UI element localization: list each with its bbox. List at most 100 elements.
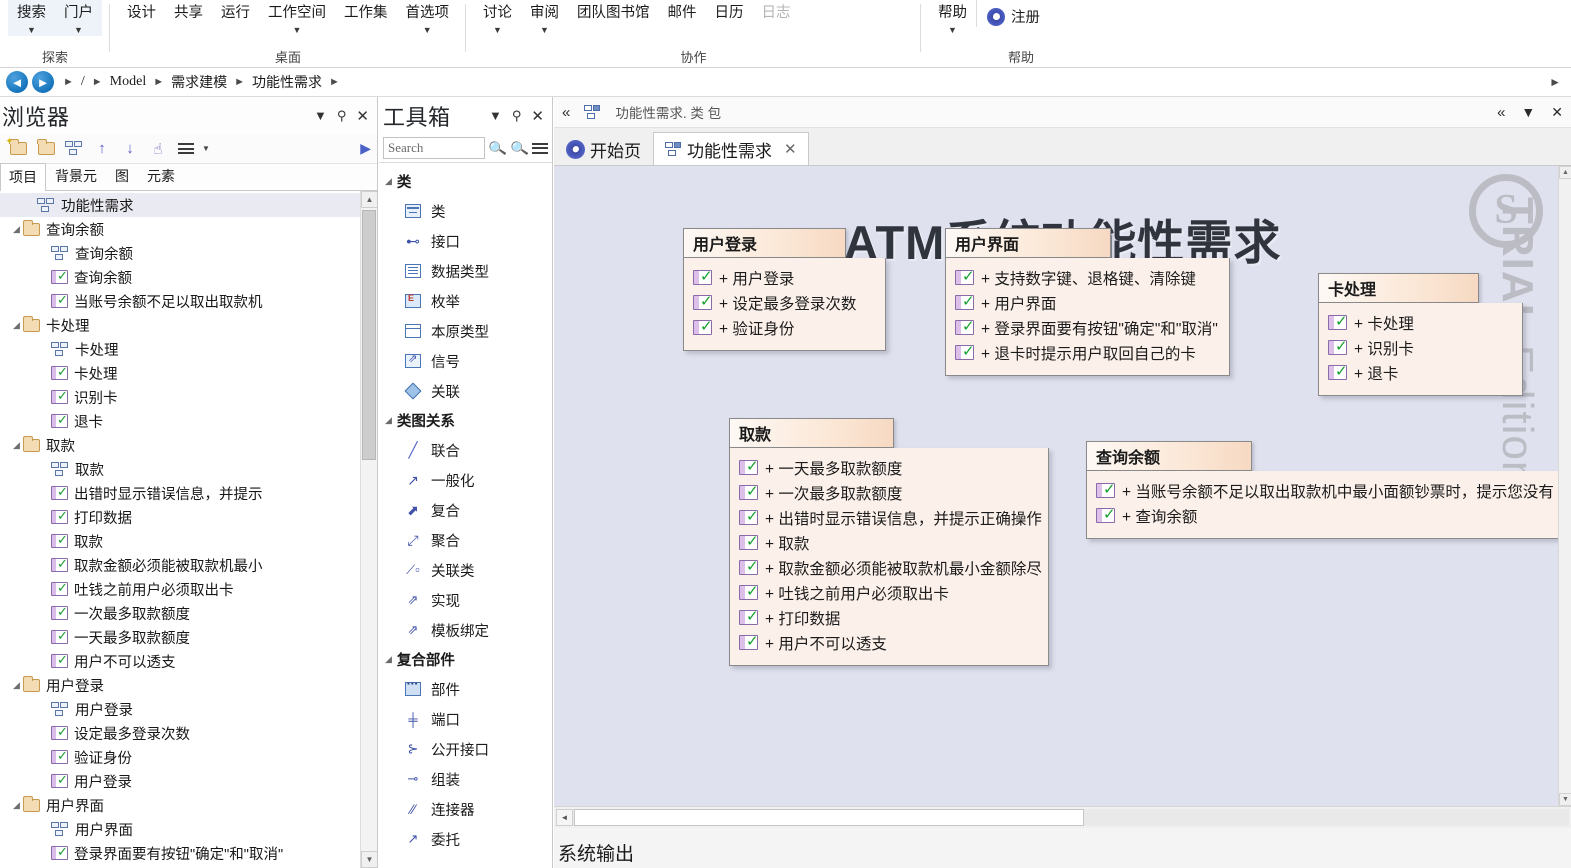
close-tab-icon[interactable]: ✕ (784, 140, 797, 158)
toolbox-item[interactable]: ⊷ 接口 (379, 226, 552, 256)
uml-box-feature-row[interactable]: + 吐钱之前用户必须取出卡 (739, 580, 1039, 605)
uml-box-feature-row[interactable]: + 退卡 (1328, 360, 1513, 385)
scroll-thumb[interactable] (362, 210, 376, 460)
toolbox-item[interactable]: 类 (379, 196, 552, 226)
canvas-horizontal-scrollbar[interactable]: ◄ (554, 806, 1571, 828)
ribbon-item-collaborate-4[interactable]: 日历 (706, 0, 753, 22)
tree-item[interactable]: 用户不可以透支 (0, 649, 377, 673)
ribbon-item-collaborate-1[interactable]: 审阅 ▼ (521, 0, 568, 36)
move-down-icon[interactable]: ↓ (118, 137, 142, 161)
scroll-up-arrow-icon[interactable]: ▲ (361, 191, 377, 208)
tree-item[interactable]: 用户界面 (0, 817, 377, 841)
toolbox-item[interactable]: ↗ 一般化 (379, 465, 552, 495)
uml-box-feature-row[interactable]: + 用户登录 (693, 265, 876, 290)
search-icon[interactable]: 🔍 (488, 138, 508, 158)
browser-options-caret-icon[interactable]: ▼ (202, 144, 210, 153)
tree-item[interactable]: 吐钱之前用户必须取出卡 (0, 577, 377, 601)
toolbox-item[interactable]: ⇗ 模板绑定 (379, 615, 552, 645)
breadcrumb-item-3[interactable]: 功能性需求 (252, 72, 322, 92)
chevron-down-icon[interactable]: ▼ (540, 24, 549, 36)
tree-item[interactable]: 出错时显示错误信息，并提示 (0, 481, 377, 505)
uml-box-feature-row[interactable]: + 打印数据 (739, 605, 1039, 630)
canvas-scroll-left-icon[interactable]: ◄ (556, 809, 573, 826)
tree-item[interactable]: 卡处理 (0, 337, 377, 361)
open-folder-icon[interactable] (34, 137, 58, 161)
ribbon-item-collaborate-5[interactable]: 日志 (753, 0, 800, 22)
ribbon-item-collaborate-0[interactable]: 讨论 ▼ (474, 0, 521, 36)
tree-item[interactable]: 登录界面要有按钮"确定"和"取消" (0, 841, 377, 865)
uml-box-feature-row[interactable]: + 用户界面 (955, 290, 1220, 315)
uml-box-header[interactable]: 取款 (729, 418, 894, 448)
chevron-down-icon[interactable]: ▼ (293, 24, 302, 36)
toolbox-menu-chevron-icon[interactable]: ▼ (489, 108, 502, 123)
group-expander-icon[interactable]: ◢ (385, 176, 392, 187)
browser-expand-icon[interactable]: ▶ (360, 140, 371, 157)
toolbox-options-menu-icon[interactable] (532, 142, 548, 154)
uml-requirement-box-user-login[interactable]: 用户登录 + 用户登录 + 设定最多登录次数 + 验证身份 (683, 228, 886, 351)
tree-item[interactable]: ◢ 用户界面 (0, 793, 377, 817)
group-expander-icon[interactable]: ◢ (385, 415, 392, 426)
uml-box-feature-row[interactable]: + 支持数字键、退格键、清除键 (955, 265, 1220, 290)
tree-expander-icon[interactable]: ◢ (10, 440, 23, 451)
browser-tab-2[interactable]: 图 (106, 162, 138, 190)
project-tree[interactable]: 功能性需求◢查询余额查询余额查询余额当账号余额不足以取出取款机◢卡处理卡处理卡处… (0, 191, 377, 868)
tree-item[interactable]: 用户登录 (0, 697, 377, 721)
chevron-down-icon[interactable]: ▼ (74, 24, 83, 36)
uml-box-feature-row[interactable]: + 取款 (739, 530, 1039, 555)
toolbox-item[interactable]: ⟋▫ 关联类 (379, 555, 552, 585)
toolbox-item[interactable]: ↗ 委托 (379, 824, 552, 854)
collapse-left-icon[interactable]: « (562, 104, 570, 121)
collapse-right-icon[interactable]: « (1497, 104, 1505, 121)
toolbox-item[interactable]: ⊸ 组装 (379, 764, 552, 794)
tree-item[interactable]: 卡处理 (0, 361, 377, 385)
toolbox-item[interactable]: 数据类型 (379, 256, 552, 286)
tree-item[interactable]: ◢ 卡处理 (0, 313, 377, 337)
project-tree-scrollbar[interactable]: ▲ ▼ (360, 191, 377, 868)
chevron-down-icon[interactable]: ▼ (493, 24, 502, 36)
back-button[interactable]: ◄ (6, 71, 28, 93)
tree-expander-icon[interactable]: ◢ (10, 224, 23, 235)
hscroll-track[interactable] (573, 809, 1569, 826)
uml-requirement-box-query-balance[interactable]: 查询余额 + 当账号余额不足以取出取款机中最小面额钞票时，提示您没有 + 查询余额 (1086, 441, 1571, 539)
toolbox-item[interactable]: ╪ 端口 (379, 704, 552, 734)
uml-box-header[interactable]: 查询余额 (1086, 441, 1252, 471)
breadcrumb-item-1[interactable]: Model (110, 74, 147, 90)
find-icon[interactable]: 🔍 (509, 138, 529, 158)
tree-item[interactable]: 取款金额必须能被取款机最小 (0, 553, 377, 577)
toolbox-item[interactable]: 部件 (379, 674, 552, 704)
toolbox-item[interactable]: 信号 (379, 346, 552, 376)
ribbon-item-desktop-5[interactable]: 首选项 ▼ (397, 0, 459, 36)
tree-item[interactable]: 查询余额 (0, 241, 377, 265)
select-pointer-icon[interactable]: ☝ (146, 137, 170, 161)
browser-menu-chevron-icon[interactable]: ▼ (314, 108, 327, 123)
ribbon-item-collaborate-2[interactable]: 团队图书馆 (568, 0, 659, 22)
toolbox-group-header[interactable]: ◢ 复合部件 (379, 645, 552, 674)
tree-item[interactable]: 识别卡 (0, 385, 377, 409)
tree-expander-icon[interactable]: ◢ (10, 320, 23, 331)
chevron-down-icon[interactable]: ▼ (27, 24, 36, 36)
tree-item[interactable]: 验证身份 (0, 745, 377, 769)
browser-pin-icon[interactable]: ⚲ (337, 108, 347, 124)
toolbox-item[interactable]: ⊱ 公开接口 (379, 734, 552, 764)
toolbox-item[interactable]: 枚举 (379, 286, 552, 316)
uml-box-feature-row[interactable]: + 识别卡 (1328, 335, 1513, 360)
toolbox-item[interactable]: ⤢ 聚合 (379, 525, 552, 555)
uml-box-feature-row[interactable]: + 查询余额 (1096, 503, 1571, 528)
browser-close-icon[interactable]: ✕ (356, 107, 369, 125)
group-expander-icon[interactable]: ◢ (385, 654, 392, 665)
toolbox-item[interactable]: ╱ 联合 (379, 435, 552, 465)
ribbon-item-desktop-3[interactable]: 工作空间 ▼ (259, 0, 335, 36)
forward-button[interactable]: ► (32, 71, 54, 93)
uml-box-feature-row[interactable]: + 出错时显示错误信息，并提示正确操作 (739, 505, 1042, 530)
tree-item[interactable]: 退卡 (0, 409, 377, 433)
register-button[interactable]: 注册 (976, 0, 1050, 27)
ribbon-item-desktop-1[interactable]: 共享 (165, 0, 212, 22)
diagram-tab-0[interactable]: 开始页 (554, 132, 653, 165)
toolbox-item[interactable]: ⇗ 实现 (379, 585, 552, 615)
uml-box-header[interactable]: 用户登录 (683, 228, 846, 258)
scroll-down-arrow-icon[interactable]: ▼ (361, 851, 377, 868)
uml-box-feature-row[interactable]: + 退卡时提示用户取回自己的卡 (955, 340, 1220, 365)
new-diagram-icon[interactable] (62, 137, 86, 161)
toolbox-search-input[interactable]: Search (383, 137, 486, 159)
tree-item[interactable]: 设定最多登录次数 (0, 721, 377, 745)
